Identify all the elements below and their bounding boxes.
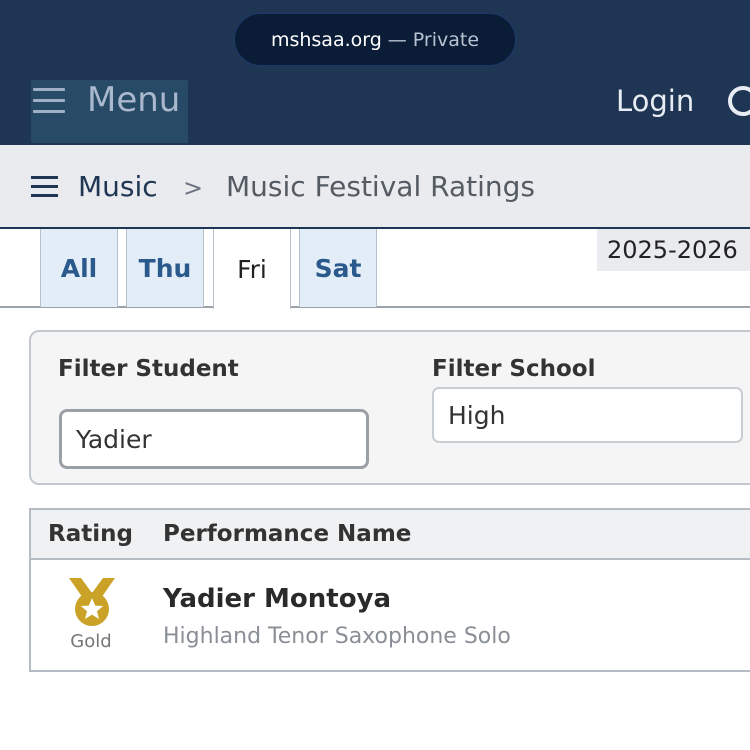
menu-button[interactable]: Menu [31,80,188,143]
filter-school-label: Filter School [432,356,596,382]
filter-school-input[interactable] [432,387,743,443]
private-mode-label: Private [412,28,480,51]
menu-label: Menu [87,80,181,120]
breadcrumb-menu-icon[interactable] [31,176,59,198]
rating-label: Gold [70,631,112,652]
gold-medal-icon [69,578,115,626]
breadcrumb-music-link[interactable]: Music [78,169,158,205]
filter-student-label: Filter Student [58,356,239,382]
url-separator: — [387,28,407,51]
performer-name: Yadier Montoya [163,584,392,614]
tab-all[interactable]: All [40,229,118,307]
breadcrumb-separator: > [183,174,204,202]
page: mshsaa.org — Private Menu Login Music > … [0,0,750,750]
hamburger-icon [33,88,65,114]
column-header-performance-name: Performance Name [163,521,412,547]
ratings-table: Rating Performance Name Gold Yadier Mont… [29,508,750,672]
season-selector[interactable]: 2025-2026 [597,229,750,271]
tab-sat[interactable]: Sat [299,229,377,307]
url-text: mshsaa.org [270,28,382,51]
table-header: Rating Performance Name [31,510,750,560]
column-header-rating: Rating [48,521,133,547]
search-icon[interactable] [728,86,750,116]
site-header: mshsaa.org — Private Menu Login [0,0,750,145]
performance-detail: Highland Tenor Saxophone Solo [163,624,511,649]
browser-url-bar[interactable]: mshsaa.org — Private [234,13,516,66]
tab-fri[interactable]: Fri [213,229,291,309]
tab-thu[interactable]: Thu [126,229,204,307]
login-link[interactable]: Login [616,83,694,119]
breadcrumb: Music > Music Festival Ratings [0,145,750,229]
breadcrumb-current-page: Music Festival Ratings [226,170,535,203]
filter-student-input[interactable] [59,409,369,469]
table-row[interactable]: Gold Yadier Montoya Highland Tenor Saxop… [31,560,750,672]
